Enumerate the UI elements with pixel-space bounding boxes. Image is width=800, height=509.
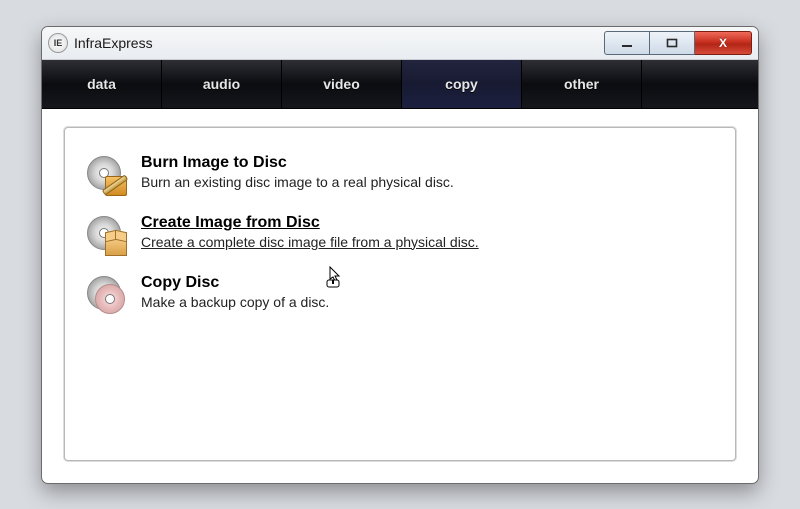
app-icon: IE — [48, 33, 68, 53]
close-icon: X — [719, 36, 727, 50]
tab-video[interactable]: video — [282, 60, 402, 108]
option-create-image[interactable]: Create Image from Disc Create a complete… — [85, 204, 715, 264]
tab-label: audio — [203, 76, 240, 92]
tab-label: copy — [445, 76, 478, 92]
tab-strip: data audio video copy other — [42, 60, 758, 109]
app-window: IE InfraExpress X data audio video copy … — [41, 26, 759, 484]
tab-label: video — [323, 76, 360, 92]
tab-label: other — [564, 76, 599, 92]
option-desc: Create a complete disc image file from a… — [141, 234, 715, 250]
tab-label: data — [87, 76, 116, 92]
option-title: Create Image from Disc — [141, 214, 715, 232]
tab-spacer — [642, 60, 758, 108]
minimize-icon — [621, 38, 633, 48]
maximize-icon — [666, 38, 678, 48]
disc-create-icon — [85, 214, 125, 254]
maximize-button[interactable] — [650, 31, 695, 55]
tab-data[interactable]: data — [42, 60, 162, 108]
title-bar[interactable]: IE InfraExpress X — [42, 27, 758, 60]
disc-copy-icon — [85, 274, 125, 314]
option-title: Copy Disc — [141, 274, 715, 292]
option-desc: Burn an existing disc image to a real ph… — [141, 174, 715, 190]
option-title: Burn Image to Disc — [141, 154, 715, 172]
disc-burn-icon — [85, 154, 125, 194]
window-controls: X — [604, 31, 752, 55]
tab-audio[interactable]: audio — [162, 60, 282, 108]
option-burn-image[interactable]: Burn Image to Disc Burn an existing disc… — [85, 144, 715, 204]
close-button[interactable]: X — [695, 31, 752, 55]
option-copy-disc[interactable]: Copy Disc Make a backup copy of a disc. — [85, 264, 715, 324]
minimize-button[interactable] — [604, 31, 650, 55]
content-panel: Burn Image to Disc Burn an existing disc… — [64, 127, 736, 461]
tab-other[interactable]: other — [522, 60, 642, 108]
option-desc: Make a backup copy of a disc. — [141, 294, 715, 310]
tab-copy[interactable]: copy — [402, 60, 522, 108]
window-title: InfraExpress — [74, 35, 153, 51]
